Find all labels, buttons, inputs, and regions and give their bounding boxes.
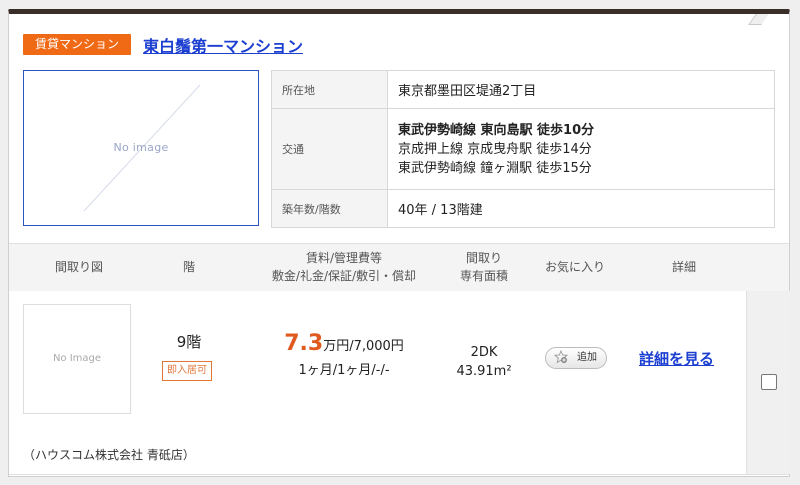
access-line-1: 東武伊勢崎線 東向島駅 徒歩10分	[398, 122, 595, 138]
agency-name: （ハウスコム株式会社 青砥店）	[23, 448, 195, 462]
property-type-badge: 賃貸マンション	[23, 34, 131, 55]
address-label: 所在地	[271, 70, 388, 109]
floorplan-thumbnail[interactable]: No Image	[23, 304, 131, 414]
property-name-link[interactable]: 東白鬚第一マンション	[143, 33, 303, 57]
property-info-table: 所在地 東京都墨田区堤通2丁目 交通 東武伊勢崎線 東向島駅 徒歩10分 京成押…	[271, 70, 775, 228]
move-in-badge: 即入居可	[162, 361, 212, 381]
age-value: 40年 / 13階建	[387, 189, 775, 228]
age-label: 築年数/階数	[271, 189, 388, 228]
property-card: 賃貸マンション 東白鬚第一マンション No image 所在地 東京都墨田区堤通…	[8, 9, 790, 477]
col-rent: 賃料/管理費等 敷金/礼金/保証/敷引・償却	[249, 249, 439, 285]
deposit-info: 1ヶ月/1ヶ月/-/-	[298, 363, 390, 378]
rent-info: 7.3万円/7,000円 1ヶ月/1ヶ月/-/-	[259, 331, 429, 378]
unit-table-header: 間取り図 階 賃料/管理費等 敷金/礼金/保証/敷引・償却 間取り 専有面積 お…	[9, 243, 789, 292]
card-bottom-divider	[9, 474, 789, 475]
access-line-3: 東武伊勢崎線 鐘ヶ淵駅 徒歩15分	[398, 160, 592, 176]
col-layout-line1: 間取り	[465, 251, 502, 265]
star-plus-icon	[554, 350, 568, 364]
photo-placeholder-label: No image	[113, 141, 169, 154]
col-floorplan: 間取り図	[54, 260, 103, 274]
access-line-2: 京成押上線 京成曳舟駅 徒歩14分	[398, 141, 592, 157]
select-column	[746, 291, 790, 474]
unit-floor: 9階	[176, 333, 202, 351]
layout-info: 2DK 43.91m²	[439, 343, 529, 381]
access-value: 東武伊勢崎線 東向島駅 徒歩10分 京成押上線 京成曳舟駅 徒歩14分 東武伊勢…	[387, 108, 775, 190]
col-floor: 階	[182, 260, 195, 274]
col-layout-line2: 専有面積	[459, 269, 508, 283]
col-rent-line1: 賃料/管理費等	[305, 251, 383, 265]
col-rent-line2: 敷金/礼金/保証/敷引・償却	[271, 269, 417, 283]
unit-row: No Image 9階 即入居可 7.3万円/7,000円 1ヶ月/1ヶ月/-/…	[9, 291, 790, 474]
property-photo[interactable]: No image	[23, 70, 259, 226]
add-favorite-button[interactable]: 追加	[545, 347, 607, 369]
card-corner-decoration	[748, 14, 769, 25]
address-value: 東京都墨田区堤通2丁目	[387, 70, 775, 109]
select-checkbox[interactable]	[761, 374, 777, 390]
rent-value: 7.3	[284, 331, 324, 356]
rent-rest: 万円/7,000円	[323, 339, 404, 354]
floor-area: 43.91m²	[456, 364, 512, 379]
add-favorite-label: 追加	[577, 352, 597, 363]
layout-type: 2DK	[470, 345, 498, 360]
col-favorite: お気に入り	[544, 260, 605, 274]
col-layout: 間取り 専有面積	[449, 249, 519, 285]
access-label: 交通	[271, 108, 388, 190]
col-detail: 詳細	[671, 260, 696, 274]
view-details-link[interactable]: 詳細を見る	[639, 348, 714, 369]
